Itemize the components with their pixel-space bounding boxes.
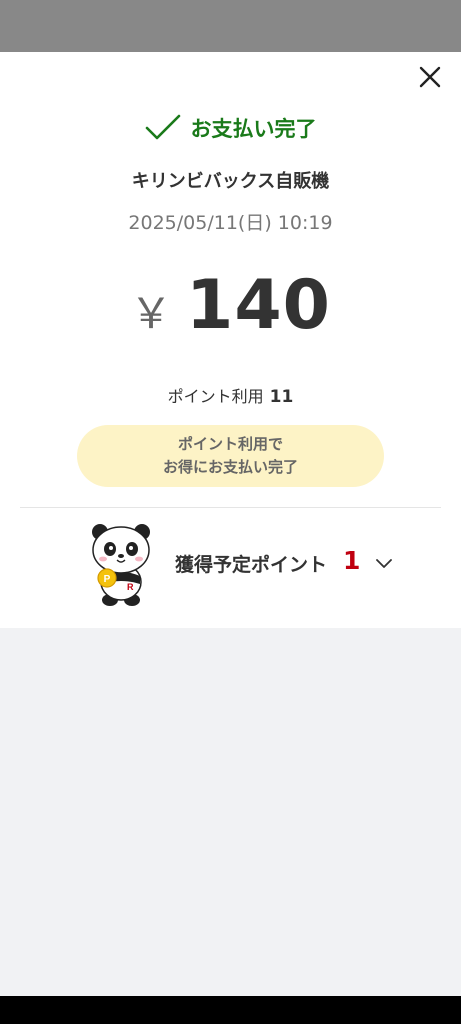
earned-points-label: 獲得予定ポイント bbox=[175, 554, 328, 576]
points-used-row: ポイント利用 11 bbox=[0, 383, 461, 407]
navigation-bar bbox=[0, 996, 461, 1024]
status-bar-area bbox=[0, 0, 461, 52]
promo-line-1: ポイント利用で bbox=[177, 435, 283, 453]
earned-points-value: 1 bbox=[343, 546, 361, 575]
merchant-name: キリンビバックス自販機 bbox=[131, 171, 330, 192]
earned-points-row[interactable]: P R 獲得予定ポイント 1 bbox=[80, 518, 410, 610]
close-button[interactable] bbox=[412, 62, 448, 94]
panda-mascot: P R bbox=[92, 524, 150, 606]
payment-complete-text: お支払い完了 bbox=[190, 117, 317, 141]
promo-banner: ポイント利用で お得にお支払い完了 bbox=[77, 425, 384, 487]
amount-value: 140 bbox=[186, 266, 331, 345]
svg-text:R: R bbox=[127, 582, 134, 592]
payment-datetime: 2025/05/11(日) 10:19 bbox=[128, 212, 333, 234]
points-used-value: 11 bbox=[269, 387, 294, 407]
svg-text:P: P bbox=[104, 574, 111, 585]
close-icon bbox=[419, 66, 441, 88]
points-used-label: ポイント利用 bbox=[167, 387, 264, 406]
divider bbox=[20, 507, 441, 508]
payment-amount: ￥ 140 bbox=[0, 266, 461, 356]
currency-symbol: ￥ bbox=[130, 289, 173, 338]
promo-line-2: お得にお支払い完了 bbox=[162, 458, 298, 476]
check-icon bbox=[145, 114, 180, 140]
payment-complete-header: お支払い完了 bbox=[0, 110, 461, 146]
chevron-down-icon bbox=[376, 559, 392, 568]
